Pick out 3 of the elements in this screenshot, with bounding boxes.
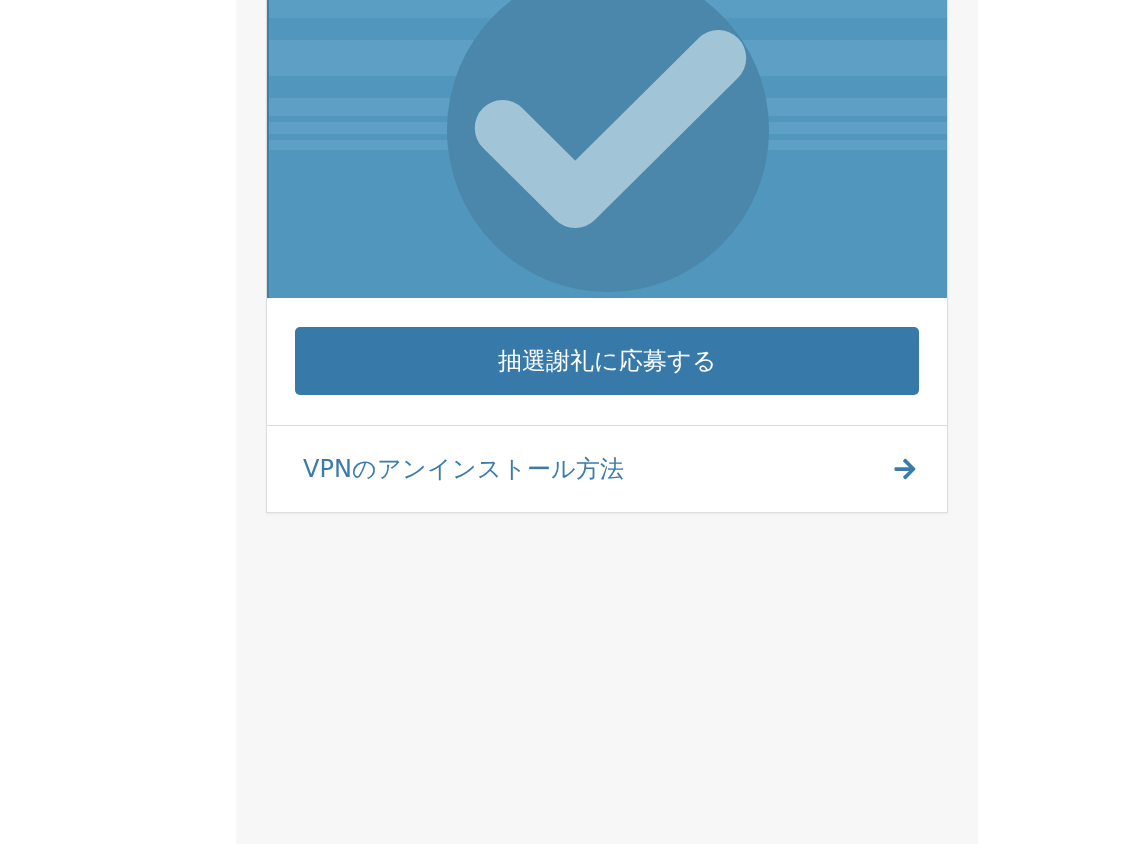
uninstall-link[interactable]: VPNのアンインストール方法 bbox=[267, 426, 947, 512]
arrow-right-icon bbox=[893, 457, 917, 481]
apply-button[interactable]: 抽選謝礼に応募する bbox=[295, 327, 919, 395]
